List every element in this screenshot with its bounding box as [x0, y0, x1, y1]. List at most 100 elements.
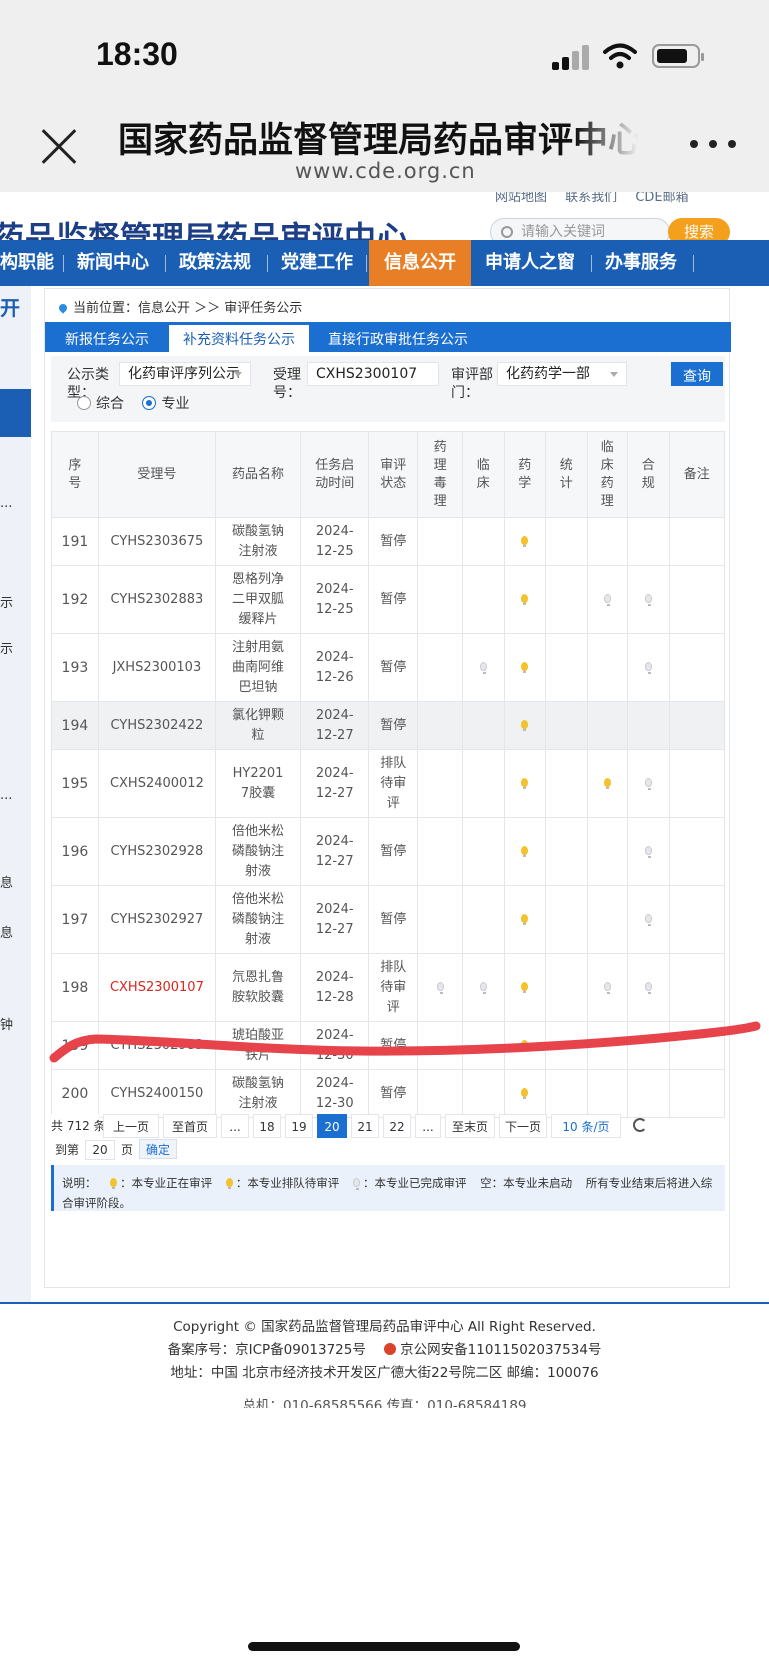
compliance-status: [626, 633, 670, 702]
total-count: 共 712 条: [51, 1114, 106, 1138]
remarks: [668, 1021, 725, 1070]
clinical-status: [461, 749, 505, 818]
accept-number[interactable]: JXHS2300103: [97, 633, 216, 702]
start-date: 2024-12-25: [300, 565, 370, 634]
accept-number[interactable]: CYHS2302422: [97, 701, 216, 750]
nav-item-policy[interactable]: 政策法规: [179, 240, 251, 286]
nav-item-party[interactable]: 党建工作: [281, 240, 353, 286]
browser-url[interactable]: www.cde.org.cn: [295, 159, 476, 183]
tab-supplementary[interactable]: 补充资料任务公示: [169, 325, 309, 355]
bulb-yellow-icon: [110, 1178, 118, 1189]
radio-professional[interactable]: 专业: [142, 396, 189, 412]
page-22[interactable]: 22: [383, 1114, 411, 1138]
nav-item-services[interactable]: 办事服务: [605, 240, 677, 286]
page-21[interactable]: 21: [351, 1114, 379, 1138]
home-indicator[interactable]: [248, 1642, 520, 1651]
copyright-text: Copyright © 国家药品监督管理局药品审评中心 All Right Re…: [173, 1319, 596, 1335]
clin-pharm-status: [586, 749, 628, 818]
page-20-current[interactable]: 20: [317, 1114, 347, 1138]
accept-number[interactable]: CXHS2300107: [97, 953, 216, 1022]
table-row: 194 CYHS2302422 氯化钾颗粒 2024-12-27 暂停: [51, 701, 725, 750]
accept-number[interactable]: CYHS2302928: [97, 817, 216, 886]
breadcrumb: 当前位置：信息公开 ＞＞ 审评任务公示: [57, 297, 302, 316]
sidebar-active-item[interactable]: [0, 389, 31, 437]
goto-confirm-button[interactable]: 确定: [139, 1139, 178, 1159]
tab-direct-approval[interactable]: 直接行政审批任务公示: [328, 322, 468, 352]
bulb-yellow-icon: [603, 777, 611, 789]
nav-item-news[interactable]: 新闻中心: [77, 240, 149, 286]
query-button[interactable]: 查询: [671, 362, 723, 386]
search-button[interactable]: 搜索: [668, 218, 730, 240]
accept-number[interactable]: CYHS2302927: [97, 885, 216, 954]
nav-divider: [366, 255, 367, 272]
icp-link[interactable]: 备案序号：京ICP备09013725号: [168, 1342, 366, 1358]
tab-new-reports[interactable]: 新报任务公示: [65, 322, 149, 352]
remarks: [668, 517, 725, 566]
next-page-button[interactable]: 下一页: [499, 1114, 547, 1138]
registration-line: 备案序号：京ICP备09013725号 京公网安备11011502037534号: [0, 1339, 769, 1362]
email-link[interactable]: CDE邮箱: [635, 192, 688, 205]
radio-comprehensive[interactable]: 综合: [77, 396, 124, 412]
nav-item-info-disclosure[interactable]: 信息公开: [369, 240, 471, 286]
sidebar-fragment[interactable]: 示: [0, 592, 13, 611]
sidebar-fragment[interactable]: 息: [0, 922, 13, 941]
sidebar-fragment[interactable]: ...: [0, 496, 12, 511]
table-row: 198 CXHS2300107 氘恩扎鲁胺软胶囊 2024-12-28 排队待审评: [51, 953, 725, 1022]
bulb-white-icon: [436, 981, 444, 994]
statistics-status: [545, 749, 588, 818]
bulb-white-icon: [603, 593, 611, 606]
nav-item-applicant[interactable]: 申请人之窗: [485, 240, 575, 286]
table-row: 191 CYHS2303675 碳酸氢钠注射液 2024-12-25 暂停: [51, 517, 725, 566]
remarks: [668, 749, 725, 818]
page-18[interactable]: 18: [253, 1114, 281, 1138]
table-row: 193 JXHS2300103 注射用氨曲南阿维巴坦钠 2024-12-26 暂停: [51, 633, 725, 702]
police-badge-icon: [384, 1343, 397, 1355]
last-page-button[interactable]: 至末页: [445, 1114, 495, 1138]
site-logo: 药品监督管理局药品审评中心: [0, 219, 409, 240]
sitemap-link[interactable]: 网站地图: [495, 192, 547, 205]
remarks: [668, 701, 725, 750]
page-19[interactable]: 19: [285, 1114, 313, 1138]
address-text: 地址：中国 北京市经济技术开发区广德大街22号院二区 邮编：100076: [170, 1365, 599, 1381]
search-input[interactable]: 请输入关键词: [490, 218, 670, 240]
refresh-icon[interactable]: [633, 1118, 647, 1132]
pharmacy-status: [503, 817, 547, 886]
remarks: [668, 1069, 725, 1118]
toxicology-status: [417, 885, 463, 954]
sidebar-fragment[interactable]: 钟: [0, 1014, 13, 1033]
col-header-compliance: 合规: [626, 431, 670, 518]
dept-select[interactable]: 化药药学一部: [497, 362, 627, 386]
nav-item-functions[interactable]: 构职能: [0, 240, 54, 286]
accept-no-input[interactable]: CXHS2300107: [307, 362, 439, 386]
row-number: 195: [51, 749, 99, 818]
close-icon[interactable]: [40, 128, 78, 166]
accept-number[interactable]: CYHS2302883: [97, 565, 216, 634]
first-page-button[interactable]: 至首页: [163, 1114, 217, 1138]
accept-number[interactable]: CXHS2400012: [97, 749, 216, 818]
contact-link[interactable]: 联系我们: [565, 192, 617, 205]
accept-number[interactable]: CYHS2400150: [97, 1069, 216, 1118]
row-number: 191: [51, 517, 99, 566]
sidebar-fragment[interactable]: 示: [0, 638, 13, 657]
more-icon[interactable]: [690, 140, 738, 154]
bulb-white-icon: [644, 661, 652, 674]
pharmacy-status: [503, 633, 547, 702]
accept-number[interactable]: CYHS2302983: [97, 1021, 216, 1070]
clinical-status: [461, 1069, 505, 1118]
search-placeholder: 请输入关键词: [521, 224, 605, 240]
type-select[interactable]: 化药审评序列公示: [119, 362, 251, 386]
clin-pharm-status: [586, 701, 628, 750]
sidebar-fragment[interactable]: ...: [0, 788, 12, 803]
accept-number[interactable]: CYHS2303675: [97, 517, 216, 566]
toxicology-status: [417, 749, 463, 818]
remarks: [668, 565, 725, 634]
pharmacy-status: [503, 749, 547, 818]
clinical-status: [461, 817, 505, 886]
prev-page-button[interactable]: 上一页: [103, 1114, 159, 1138]
footer-divider: [0, 1302, 769, 1304]
goto-page-input[interactable]: 20: [85, 1140, 116, 1160]
sidebar-fragment[interactable]: 息: [0, 872, 13, 891]
police-record[interactable]: 京公网安备11011502037534号: [384, 1342, 601, 1358]
page-size-select[interactable]: 10 条/页: [551, 1114, 621, 1138]
bulb-white-icon: [644, 913, 652, 926]
